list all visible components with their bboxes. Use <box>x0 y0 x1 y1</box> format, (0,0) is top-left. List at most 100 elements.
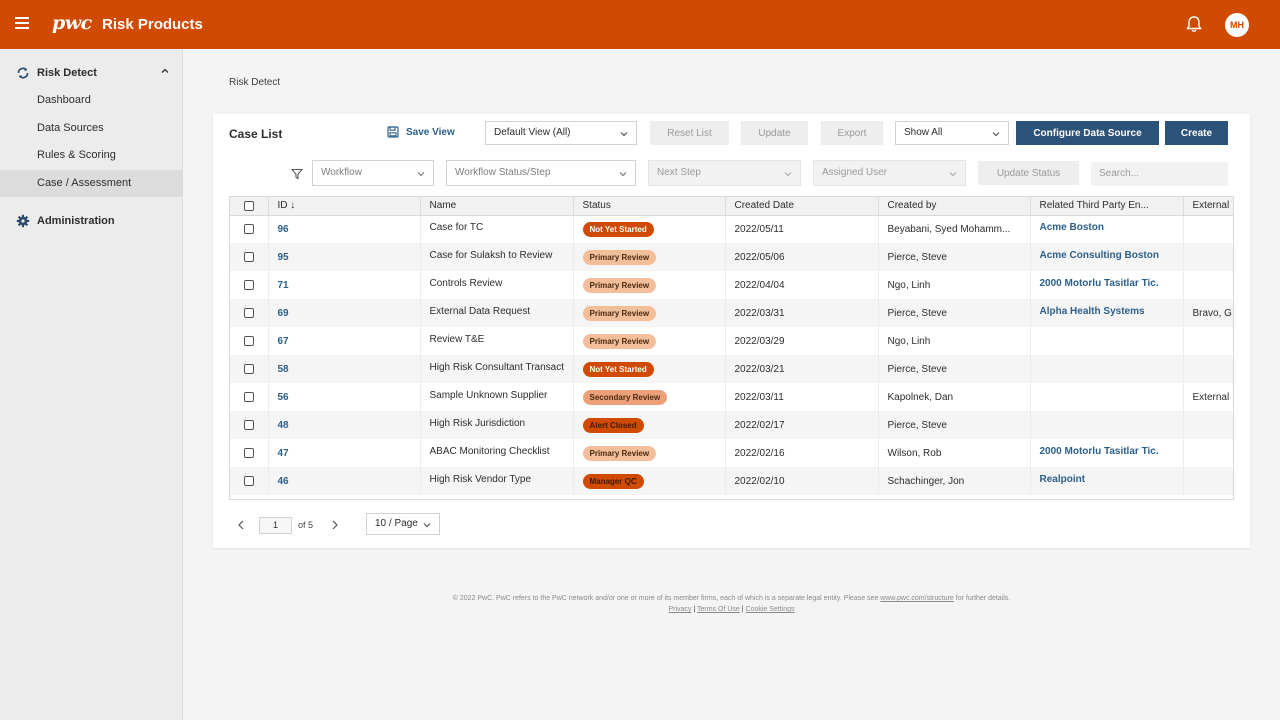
sidebar-section-label: Administration <box>37 215 115 227</box>
column-header-created-date[interactable]: Created Date <box>725 197 879 216</box>
column-header-name[interactable]: Name <box>420 197 574 216</box>
third-party-link[interactable]: 2000 Motorlu Tasitlar Tic. <box>1030 271 1184 299</box>
case-name: Case for Sulaksh to Review <box>420 243 574 271</box>
row-checkbox[interactable] <box>230 439 269 467</box>
chevron-up-icon[interactable] <box>160 66 170 76</box>
show-select[interactable]: Show All <box>895 121 1009 145</box>
update-button[interactable]: Update <box>741 121 808 145</box>
create-button[interactable]: Create <box>1165 121 1228 145</box>
table-row[interactable]: 96 Case for TC Not Yet Started 2022/05/1… <box>230 215 1233 243</box>
table-row[interactable]: 71 Controls Review Primary Review 2022/0… <box>230 271 1233 299</box>
column-header-related-third-party[interactable]: Related Third Party En... <box>1030 197 1184 216</box>
export-button[interactable]: Export <box>821 121 883 145</box>
update-status-button[interactable]: Update Status <box>978 161 1079 185</box>
row-checkbox[interactable] <box>230 271 269 299</box>
table-row[interactable]: 95 Case for Sulaksh to Review Primary Re… <box>230 243 1233 271</box>
menu-icon[interactable] <box>15 17 29 29</box>
third-party-link[interactable]: Acme Boston <box>1030 215 1184 243</box>
table-row[interactable]: 47 ABAC Monitoring Checklist Primary Rev… <box>230 439 1233 467</box>
case-id-link[interactable]: 69 <box>268 299 421 327</box>
status-badge: Secondary Review <box>582 389 668 405</box>
sync-icon <box>17 67 29 79</box>
column-header-id[interactable]: ID ↓ <box>268 197 421 216</box>
privacy-link[interactable]: Privacy <box>668 606 691 613</box>
sidebar-section-administration[interactable]: Administration <box>0 209 183 233</box>
status-cell: Primary Review <box>573 271 726 299</box>
case-id-link[interactable]: 96 <box>268 215 421 243</box>
notification-bell-icon[interactable] <box>1184 14 1204 34</box>
sidebar-item-dashboard[interactable]: Dashboard <box>0 87 183 114</box>
third-party-link[interactable] <box>1030 327 1184 355</box>
created-date: 2022/05/06 <box>725 243 879 271</box>
table-row[interactable]: 56 Sample Unknown Supplier Secondary Rev… <box>230 383 1233 411</box>
case-id-link[interactable]: 48 <box>268 411 421 439</box>
row-checkbox[interactable] <box>230 355 269 383</box>
created-date: 2022/03/29 <box>725 327 879 355</box>
table-row[interactable]: 69 External Data Request Primary Review … <box>230 299 1233 327</box>
assigned-user-select[interactable]: Assigned User <box>813 160 966 186</box>
search-input[interactable]: Search... <box>1091 162 1228 186</box>
sidebar-item-rules-scoring[interactable]: Rules & Scoring <box>0 142 183 169</box>
third-party-link[interactable] <box>1030 383 1184 411</box>
workflow-status-select[interactable]: Workflow Status/Step <box>446 160 636 186</box>
row-checkbox[interactable] <box>230 467 269 495</box>
select-all-checkbox[interactable] <box>230 197 269 216</box>
row-checkbox[interactable] <box>230 327 269 355</box>
table-row[interactable]: 48 High Risk Jurisdiction Alert Closed 2… <box>230 411 1233 439</box>
sidebar-item-case-assessment[interactable]: Case / Assessment <box>0 170 183 197</box>
row-checkbox[interactable] <box>230 243 269 271</box>
reset-list-button[interactable]: Reset List <box>650 121 729 145</box>
footer-legal: © 2022 PwC. PwC refers to the PwC networ… <box>452 595 1011 602</box>
row-checkbox[interactable] <box>230 411 269 439</box>
external-cell <box>1183 271 1233 299</box>
case-name: Case for TC <box>420 215 574 243</box>
third-party-link[interactable]: Acme Consulting Boston <box>1030 243 1184 271</box>
chevron-left-icon[interactable] <box>237 520 245 530</box>
third-party-link[interactable]: 2000 Motorlu Tasitlar Tic. <box>1030 439 1184 467</box>
user-avatar[interactable]: MH <box>1225 13 1249 37</box>
third-party-link[interactable]: Alpha Health Systems <box>1030 299 1184 327</box>
show-select-value: Show All <box>904 127 943 138</box>
save-view-button[interactable]: Save View <box>387 126 455 138</box>
status-cell: Primary Review <box>573 243 726 271</box>
row-checkbox[interactable] <box>230 299 269 327</box>
column-header-created-by[interactable]: Created by <box>878 197 1031 216</box>
configure-data-source-button[interactable]: Configure Data Source <box>1016 121 1159 145</box>
status-cell: Primary Review <box>573 439 726 467</box>
chevron-down-icon <box>620 132 628 137</box>
row-checkbox[interactable] <box>230 383 269 411</box>
case-id-link[interactable]: 67 <box>268 327 421 355</box>
case-id-link[interactable]: 47 <box>268 439 421 467</box>
case-id-link[interactable]: 71 <box>268 271 421 299</box>
workflow-select[interactable]: Workflow <box>312 160 434 186</box>
row-checkbox[interactable] <box>230 215 269 243</box>
view-select[interactable]: Default View (All) <box>485 121 637 145</box>
sidebar-item-data-sources[interactable]: Data Sources <box>0 115 183 142</box>
third-party-link[interactable] <box>1030 411 1184 439</box>
terms-link[interactable]: Terms Of Use <box>697 606 740 613</box>
table-row[interactable]: 58 High Risk Consultant Transact Not Yet… <box>230 355 1233 383</box>
table-row[interactable]: 46 High Risk Vendor Type Manager QC 2022… <box>230 467 1233 495</box>
pwc-logo[interactable]: pwc <box>52 12 92 34</box>
case-id-link[interactable]: 58 <box>268 355 421 383</box>
filter-icon[interactable] <box>291 168 303 180</box>
pwc-structure-link[interactable]: www.pwc.com/structure <box>880 595 954 602</box>
next-step-select[interactable]: Next Step <box>648 160 801 186</box>
case-id-link[interactable]: 56 <box>268 383 421 411</box>
case-id-link[interactable]: 46 <box>268 467 421 495</box>
table-row[interactable]: 67 Review T&E Primary Review 2022/03/29 … <box>230 327 1233 355</box>
third-party-link[interactable]: Realpoint <box>1030 467 1184 495</box>
status-badge: Not Yet Started <box>582 361 654 377</box>
app-title[interactable]: Risk Products <box>102 16 203 33</box>
case-id-link[interactable]: 95 <box>268 243 421 271</box>
cookie-settings-link[interactable]: Cookie Settings <box>746 606 795 613</box>
chevron-right-icon[interactable] <box>331 520 339 530</box>
column-header-status[interactable]: Status <box>573 197 726 216</box>
third-party-link[interactable] <box>1030 355 1184 383</box>
breadcrumb[interactable]: Risk Detect <box>229 77 280 88</box>
per-page-select[interactable]: 10 / Page <box>366 513 440 535</box>
column-header-external[interactable]: External <box>1183 197 1233 216</box>
sidebar-section-risk-detect[interactable]: Risk Detect <box>0 61 183 85</box>
sidebar-section-label: Risk Detect <box>37 67 97 79</box>
page-number-input[interactable]: 1 <box>259 517 292 534</box>
